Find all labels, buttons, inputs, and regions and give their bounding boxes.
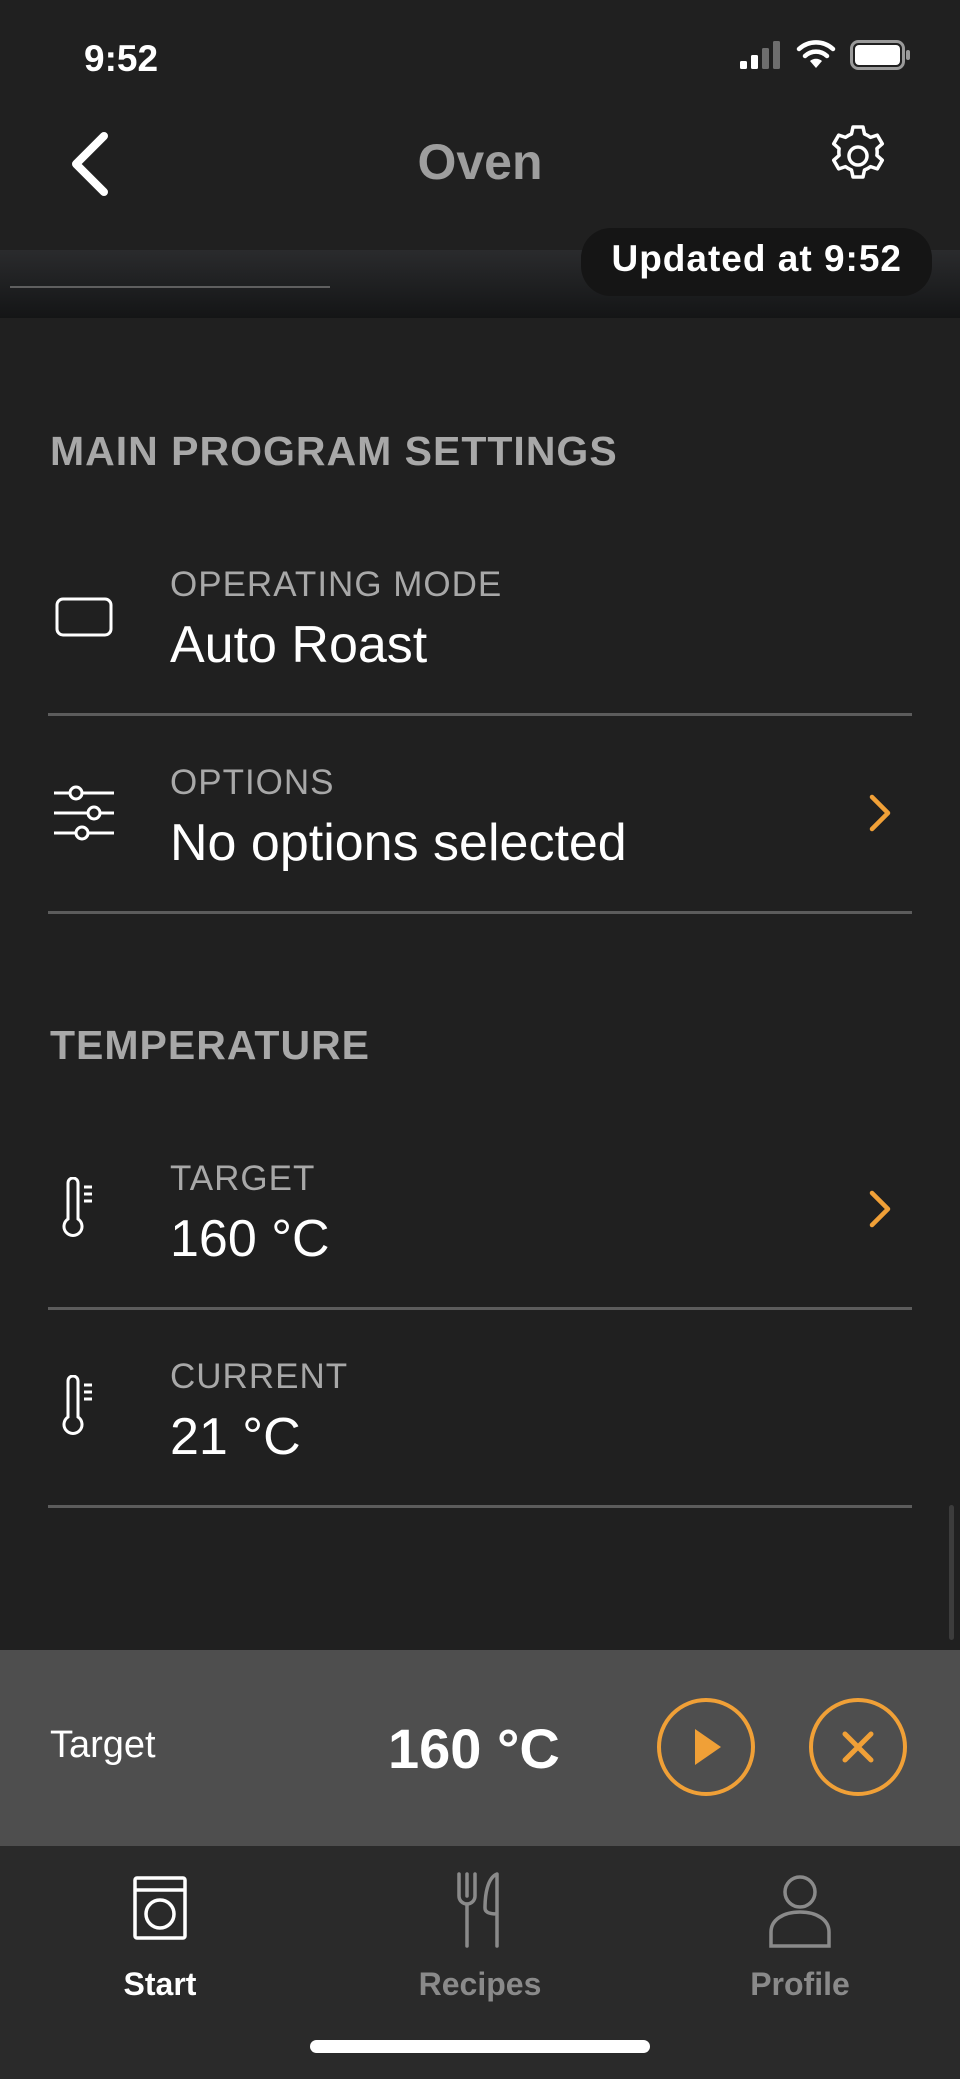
panel-target-label: Target <box>50 1724 156 1766</box>
panel-target-value: 160 °C <box>388 1717 560 1780</box>
page-title: Oven <box>417 134 543 190</box>
program-control-panel: Target 160 °C <box>0 1650 960 1846</box>
status-time: 9:52 <box>84 38 159 79</box>
target-temperature-value: 160 °C <box>170 1210 330 1268</box>
status-bar: 9:52 <box>0 0 960 110</box>
tab-start-label: Start <box>123 1966 197 2002</box>
tab-profile[interactable]: Profile <box>640 1866 960 2016</box>
chevron-right-icon <box>869 1190 891 1228</box>
target-temperature-label: TARGET <box>170 1159 316 1198</box>
status-icons <box>740 40 912 70</box>
options-value: No options selected <box>170 814 627 872</box>
camera-reflection <box>10 286 330 288</box>
operating-mode-row: OPERATING MODE Auto Roast <box>48 517 912 716</box>
chevron-right-icon <box>869 794 891 832</box>
battery-icon <box>850 40 910 70</box>
sliders-icon <box>54 785 114 841</box>
gear-icon <box>831 125 885 179</box>
scrollbar[interactable] <box>949 1505 954 1640</box>
close-icon <box>842 1731 874 1763</box>
person-icon <box>769 1875 831 1948</box>
options-row[interactable]: OPTIONS No options selected <box>48 715 912 914</box>
current-temperature-label: CURRENT <box>170 1357 349 1396</box>
current-temperature-value: 21 °C <box>170 1408 301 1466</box>
home-indicator[interactable] <box>310 2040 650 2053</box>
settings-button[interactable] <box>824 122 892 190</box>
target-temperature-row[interactable]: TARGET 160 °C <box>48 1111 912 1310</box>
thermometer-icon <box>62 1177 92 1237</box>
wifi-icon <box>796 40 836 68</box>
washer-icon <box>133 1876 187 1940</box>
operating-mode-label: OPERATING MODE <box>170 565 503 604</box>
section-heading-temperature: TEMPERATURE <box>50 1022 371 1068</box>
cancel-button[interactable] <box>809 1698 907 1796</box>
current-temperature-row: CURRENT 21 °C <box>48 1309 912 1508</box>
tab-profile-label: Profile <box>750 1966 850 2002</box>
oven-mode-icon <box>55 597 113 637</box>
thermometer-icon <box>62 1375 92 1435</box>
signal-icon <box>740 41 780 69</box>
section-heading-main-program: MAIN PROGRAM SETTINGS <box>50 428 618 474</box>
tab-start[interactable]: Start <box>0 1866 320 2016</box>
options-label: OPTIONS <box>170 763 335 802</box>
operating-mode-value: Auto Roast <box>170 616 428 674</box>
tab-recipes[interactable]: Recipes <box>320 1866 640 2016</box>
start-button[interactable] <box>657 1698 755 1796</box>
play-icon <box>695 1729 721 1765</box>
tab-recipes-label: Recipes <box>418 1966 542 2002</box>
fork-knife-icon <box>457 1872 499 1948</box>
updated-badge: Updated at 9:52 <box>581 228 932 296</box>
